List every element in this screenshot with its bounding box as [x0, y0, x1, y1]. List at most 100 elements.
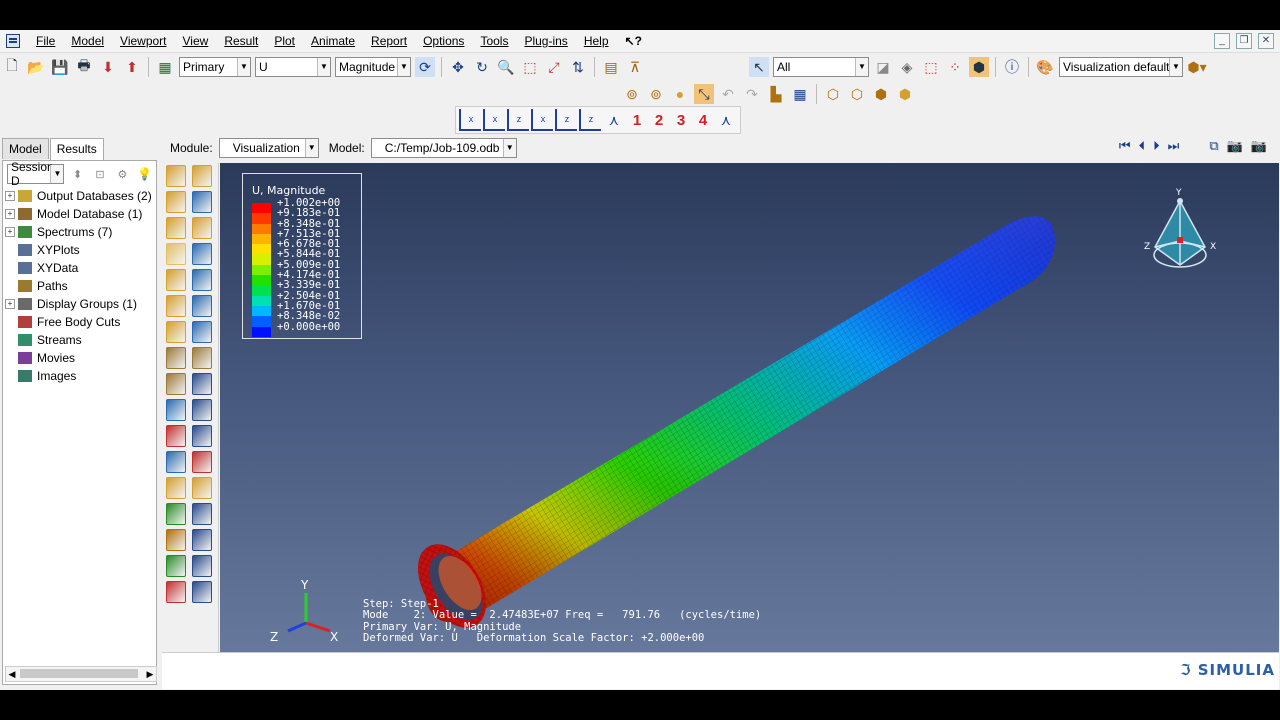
select-from-viewport-icon[interactable]: ◈ — [897, 57, 917, 77]
toolbox-tool-icon[interactable] — [166, 425, 186, 447]
menu-model[interactable]: Model — [63, 30, 112, 52]
box-select-icon[interactable]: ⬚ — [921, 57, 941, 77]
sync-field-icon[interactable]: ⟳ — [415, 57, 435, 77]
toolbox-tool-icon[interactable] — [192, 555, 212, 577]
tree-item[interactable]: Movies — [3, 349, 156, 367]
auto-fit-icon[interactable]: ⤢ — [544, 57, 564, 77]
table-icon[interactable]: ▦ — [790, 84, 810, 104]
view-right-icon[interactable]: z — [579, 109, 601, 131]
lightbulb-icon[interactable]: 💡 — [136, 164, 154, 184]
menu-plugins[interactable]: Plug-ins — [516, 30, 575, 52]
undo-view-icon[interactable]: ↶ — [718, 84, 738, 104]
menu-viewport[interactable]: Viewport — [112, 30, 174, 52]
toolbox-tool-icon[interactable] — [192, 425, 212, 447]
scroll-left-icon[interactable]: ◀ — [6, 667, 18, 681]
user-view-3-button[interactable]: 3 — [670, 112, 692, 129]
view-left-icon[interactable]: z — [555, 109, 577, 131]
tree-horizontal-scrollbar[interactable]: ◀ ▶ — [5, 666, 157, 682]
minimize-button[interactable]: _ — [1214, 33, 1230, 49]
context-help-icon[interactable]: ↖? — [617, 30, 650, 52]
pan-icon[interactable]: ✥ — [448, 57, 468, 77]
toolbox-tool-icon[interactable] — [192, 217, 212, 239]
viewport[interactable]: U, Magnitude +1.002e+00 +9.183e-01 +8.348e… — [220, 163, 1279, 685]
camera-settings-icon[interactable]: 📷 — [1251, 138, 1267, 154]
toolbox-tool-icon[interactable] — [192, 503, 212, 525]
new-file-icon[interactable]: 🗋 — [2, 57, 22, 77]
toolbox-tool-icon[interactable] — [192, 191, 212, 213]
render-style-icon[interactable]: ⬢▾ — [1187, 57, 1207, 77]
toolbox-tool-icon[interactable] — [192, 347, 212, 369]
toolbox-tool-icon[interactable] — [192, 529, 212, 551]
section-view-icon[interactable]: ⊚ — [622, 84, 642, 104]
frame-selector-icon[interactable]: ⧉ — [1209, 138, 1218, 154]
print-icon[interactable]: 🖶 — [74, 57, 94, 77]
query-icon[interactable]: ⊼ — [625, 57, 645, 77]
expand-icon[interactable]: + — [5, 191, 15, 201]
toolbox-tool-icon[interactable] — [192, 451, 212, 473]
menu-options[interactable]: Options — [415, 30, 472, 52]
module-combo[interactable]: Visualization ▼ — [218, 138, 319, 158]
expand-tree-icon[interactable]: ⊡ — [91, 164, 109, 184]
tool-pick-icon[interactable]: ⤡ — [694, 84, 714, 104]
tree-item[interactable]: XYData — [3, 259, 156, 277]
visualization-defaults-combo[interactable]: Visualization defaults ▼ — [1059, 57, 1183, 77]
select-nodes-icon[interactable]: ⁘ — [945, 57, 965, 77]
toolbox-tool-icon[interactable] — [166, 295, 186, 317]
magnify-icon[interactable]: 🔍 — [496, 57, 516, 77]
output-type-combo[interactable]: Primary ▼ — [179, 57, 251, 77]
tree-item[interactable]: Images — [3, 367, 156, 385]
save-icon[interactable]: 💾 — [50, 57, 70, 77]
toolbox-tool-icon[interactable] — [166, 321, 186, 343]
probe-values-icon[interactable]: ▤ — [601, 57, 621, 77]
toolbox-tool-icon[interactable] — [166, 581, 186, 603]
model-combo[interactable]: C:/Temp/Job-109.odb ▼ — [370, 138, 517, 158]
open-folder-icon[interactable]: 📂 — [26, 57, 46, 77]
select-cursor-icon[interactable]: ↖ — [749, 57, 769, 77]
toolbox-tool-icon[interactable] — [166, 191, 186, 213]
expand-icon[interactable]: + — [5, 299, 15, 309]
scroll-right-icon[interactable]: ▶ — [144, 667, 156, 681]
shaded-icon[interactable]: ⬢ — [895, 84, 915, 104]
tree-item[interactable]: + Display Groups (1) — [3, 295, 156, 313]
hidden-line-icon[interactable]: ⬡ — [847, 84, 867, 104]
redo-view-icon[interactable]: ↷ — [742, 84, 762, 104]
user-view-1-button[interactable]: 1 — [626, 112, 648, 129]
info-icon[interactable]: ⓘ — [1002, 57, 1022, 77]
menu-file[interactable]: File — [28, 30, 63, 52]
view-front-icon[interactable]: x — [459, 109, 481, 131]
user-view-2-button[interactable]: 2 — [648, 112, 670, 129]
view-top-icon[interactable]: z — [507, 109, 529, 131]
field-variable-combo[interactable]: U ▼ — [255, 57, 331, 77]
toolbox-tool-icon[interactable] — [166, 451, 186, 473]
box-zoom-icon[interactable]: ⬚ — [520, 57, 540, 77]
tree-item[interactable]: Paths — [3, 277, 156, 295]
field-output-icon[interactable]: ▦ — [155, 57, 175, 77]
selection-options-icon[interactable]: ◪ — [873, 57, 893, 77]
cycle-views-icon[interactable]: ⇅ — [568, 57, 588, 77]
tree-item[interactable]: XYPlots — [3, 241, 156, 259]
toolbox-tool-icon[interactable] — [192, 321, 212, 343]
menu-plot[interactable]: Plot — [266, 30, 303, 52]
tree-item[interactable]: + Model Database (1) — [3, 205, 156, 223]
toolbox-tool-icon[interactable] — [166, 529, 186, 551]
toolbox-tool-icon[interactable] — [166, 503, 186, 525]
tree-item[interactable]: Free Body Cuts — [3, 313, 156, 331]
toolbox-tool-icon[interactable] — [192, 269, 212, 291]
tab-model[interactable]: Model — [2, 138, 49, 159]
palette-icon[interactable]: 🎨 — [1035, 57, 1055, 77]
tree-options-icon[interactable]: ⚙ — [113, 164, 131, 184]
wireframe-icon[interactable]: ⬡ — [823, 84, 843, 104]
filled-icon[interactable]: ⬢ — [871, 84, 891, 104]
toolbox-tool-icon[interactable] — [166, 399, 186, 421]
first-frame-icon[interactable]: ⏮ — [1119, 138, 1131, 154]
menu-result[interactable]: Result — [216, 30, 266, 52]
toolbox-tool-icon[interactable] — [166, 217, 186, 239]
toolbox-tool-icon[interactable] — [166, 477, 186, 499]
last-frame-icon[interactable]: ⏭ — [1168, 138, 1180, 154]
import-icon[interactable]: ⬇ — [98, 57, 118, 77]
toolbox-tool-icon[interactable] — [166, 347, 186, 369]
scroll-thumb[interactable] — [20, 669, 138, 678]
menu-view[interactable]: View — [175, 30, 217, 52]
toolbox-tool-icon[interactable] — [192, 243, 212, 265]
rotate-icon[interactable]: ↻ — [472, 57, 492, 77]
